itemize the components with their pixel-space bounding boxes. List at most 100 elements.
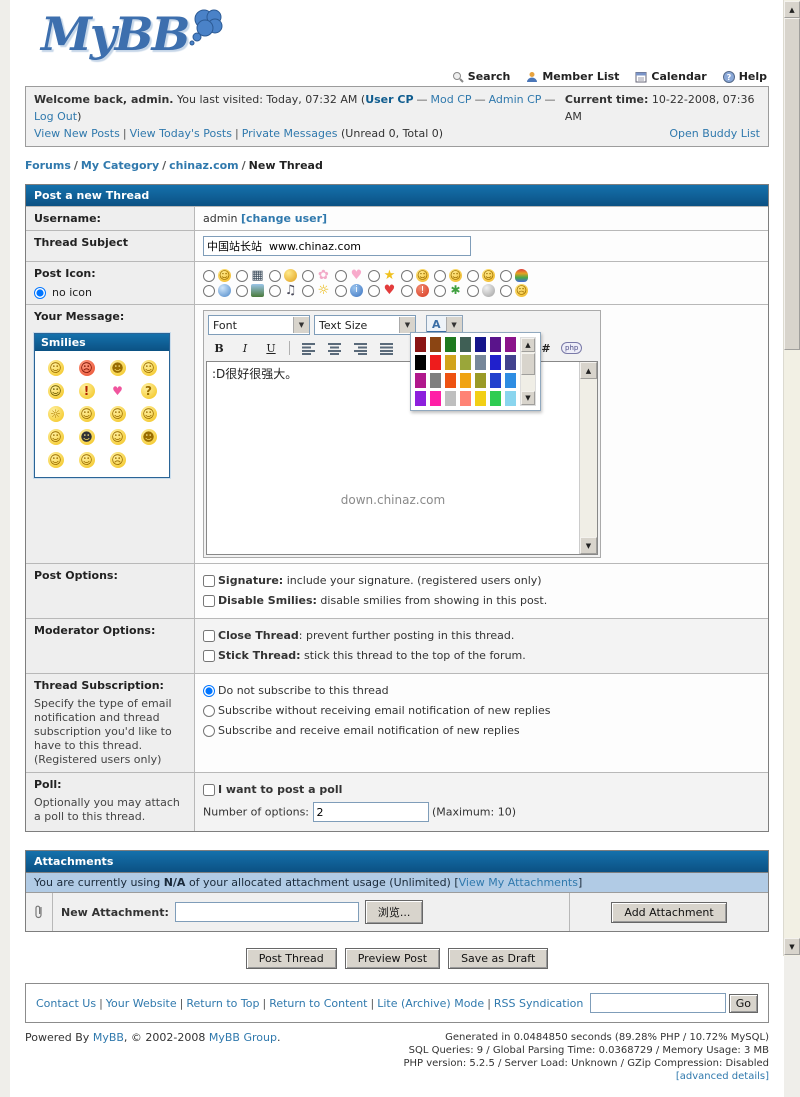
- color-swatch[interactable]: [445, 391, 456, 406]
- smiley-icon[interactable]: ☻: [79, 429, 95, 445]
- color-swatch[interactable]: [490, 355, 501, 370]
- scroll-down-icon[interactable]: ▼: [580, 537, 597, 554]
- scroll-down-icon[interactable]: ▼: [784, 938, 800, 955]
- underline-button[interactable]: U: [260, 339, 282, 357]
- bold-button[interactable]: B: [208, 339, 230, 357]
- save-draft-button[interactable]: Save as Draft: [448, 948, 548, 969]
- smiley-icon[interactable]: ☺: [48, 383, 64, 399]
- color-swatch[interactable]: [445, 337, 456, 352]
- color-swatch[interactable]: [475, 373, 486, 388]
- option-checkbox[interactable]: [203, 650, 215, 662]
- post-icon-radio[interactable]: [203, 270, 215, 282]
- browse-button[interactable]: 浏览...: [365, 900, 424, 924]
- breadcrumb-link[interactable]: Forums: [25, 159, 71, 172]
- chevron-down-icon[interactable]: ▼: [293, 317, 309, 333]
- breadcrumb-link[interactable]: My Category: [81, 159, 159, 172]
- cp-link[interactable]: User CP: [365, 93, 413, 106]
- cp-link[interactable]: Mod CP: [431, 93, 472, 106]
- smiley-icon[interactable]: ☻: [110, 360, 126, 376]
- align-center-button[interactable]: [323, 339, 345, 357]
- smiley-icon[interactable]: ☺: [79, 452, 95, 468]
- post-icon-radio[interactable]: [434, 285, 446, 297]
- post-icon-radio[interactable]: [269, 270, 281, 282]
- open-buddy-list-link[interactable]: Open Buddy List: [669, 125, 760, 142]
- smiley-icon[interactable]: ☹: [110, 452, 126, 468]
- thread-subject-input[interactable]: [203, 236, 471, 256]
- post-icon-radio[interactable]: [269, 285, 281, 297]
- scrollbar-thumb[interactable]: [784, 18, 800, 350]
- page-scrollbar[interactable]: ▲ ▼: [783, 0, 800, 956]
- smiley-icon[interactable]: ☺: [141, 360, 157, 376]
- post-icon-radio[interactable]: [335, 270, 347, 282]
- post-thread-button[interactable]: Post Thread: [246, 948, 337, 969]
- quick-link[interactable]: View Today's Posts: [130, 127, 232, 140]
- color-swatch[interactable]: [490, 373, 501, 388]
- scroll-up-icon[interactable]: ▲: [784, 1, 800, 18]
- post-icon-radio[interactable]: [236, 270, 248, 282]
- post-icon-radio[interactable]: [467, 285, 479, 297]
- align-left-button[interactable]: [297, 339, 319, 357]
- post-icon-radio[interactable]: [236, 285, 248, 297]
- color-swatch[interactable]: [490, 337, 501, 352]
- cp-link[interactable]: Log Out: [34, 110, 77, 123]
- justify-button[interactable]: [375, 339, 397, 357]
- footer-link[interactable]: RSS Syndication: [494, 997, 583, 1010]
- align-right-button[interactable]: [349, 339, 371, 357]
- color-swatch[interactable]: [445, 355, 456, 370]
- preview-post-button[interactable]: Preview Post: [345, 948, 440, 969]
- color-swatch[interactable]: [415, 337, 426, 352]
- no-icon-radio[interactable]: [34, 287, 46, 299]
- nav-member-list[interactable]: Member List: [526, 70, 619, 83]
- post-icon-radio[interactable]: [302, 285, 314, 297]
- post-icon-radio[interactable]: [368, 270, 380, 282]
- scroll-down-icon[interactable]: ▼: [521, 391, 535, 405]
- post-icon-radio[interactable]: [401, 285, 413, 297]
- nav-help[interactable]: ? Help: [723, 70, 767, 83]
- color-swatch[interactable]: [460, 337, 471, 352]
- post-icon-radio[interactable]: [203, 285, 215, 297]
- color-swatch[interactable]: [475, 355, 486, 370]
- subscription-radio[interactable]: [203, 705, 215, 717]
- color-swatch[interactable]: [490, 391, 501, 406]
- color-swatch[interactable]: [505, 355, 516, 370]
- color-swatch[interactable]: [505, 391, 516, 406]
- smiley-icon[interactable]: !: [79, 383, 95, 399]
- nav-calendar[interactable]: Calendar: [635, 70, 706, 83]
- color-swatch[interactable]: [505, 373, 516, 388]
- textarea-scrollbar[interactable]: ▲ ▼: [579, 362, 597, 554]
- poll-checkbox[interactable]: [203, 784, 215, 796]
- color-swatch[interactable]: [475, 337, 486, 352]
- php-button[interactable]: php: [561, 342, 582, 354]
- option-checkbox[interactable]: [203, 595, 215, 607]
- smiley-icon[interactable]: ☺: [79, 406, 95, 422]
- smiley-icon[interactable]: ☺: [48, 452, 64, 468]
- quick-link[interactable]: View New Posts: [34, 127, 120, 140]
- post-icon-radio[interactable]: [302, 270, 314, 282]
- post-icon-radio[interactable]: [335, 285, 347, 297]
- chevron-down-icon[interactable]: ▼: [446, 317, 462, 333]
- view-attachments-link[interactable]: View My Attachments: [459, 876, 578, 889]
- chevron-down-icon[interactable]: ▼: [399, 317, 415, 333]
- color-swatch[interactable]: [415, 391, 426, 406]
- color-swatch[interactable]: [430, 337, 441, 352]
- color-swatch[interactable]: [460, 373, 471, 388]
- smiley-icon[interactable]: ☺: [110, 406, 126, 422]
- post-icon-radio[interactable]: [500, 270, 512, 282]
- scroll-up-icon[interactable]: ▲: [521, 338, 535, 352]
- font-select[interactable]: Font▼: [208, 315, 310, 335]
- color-swatch[interactable]: [460, 355, 471, 370]
- smiley-icon[interactable]: ☺: [110, 429, 126, 445]
- post-icon-radio[interactable]: [368, 285, 380, 297]
- nav-search[interactable]: Search: [452, 70, 511, 83]
- italic-button[interactable]: I: [234, 339, 256, 357]
- color-swatch[interactable]: [445, 373, 456, 388]
- footer-link[interactable]: Contact Us: [36, 997, 96, 1010]
- advanced-details-link[interactable]: [advanced details]: [676, 1071, 769, 1082]
- attachment-file-input[interactable]: [175, 902, 359, 922]
- color-swatch[interactable]: [430, 373, 441, 388]
- mybb-group-link[interactable]: MyBB Group: [209, 1031, 277, 1044]
- go-button[interactable]: Go: [729, 994, 758, 1013]
- smiley-icon[interactable]: ☹: [79, 360, 95, 376]
- text-size-select[interactable]: Text Size▼: [314, 315, 416, 335]
- option-checkbox[interactable]: [203, 575, 215, 587]
